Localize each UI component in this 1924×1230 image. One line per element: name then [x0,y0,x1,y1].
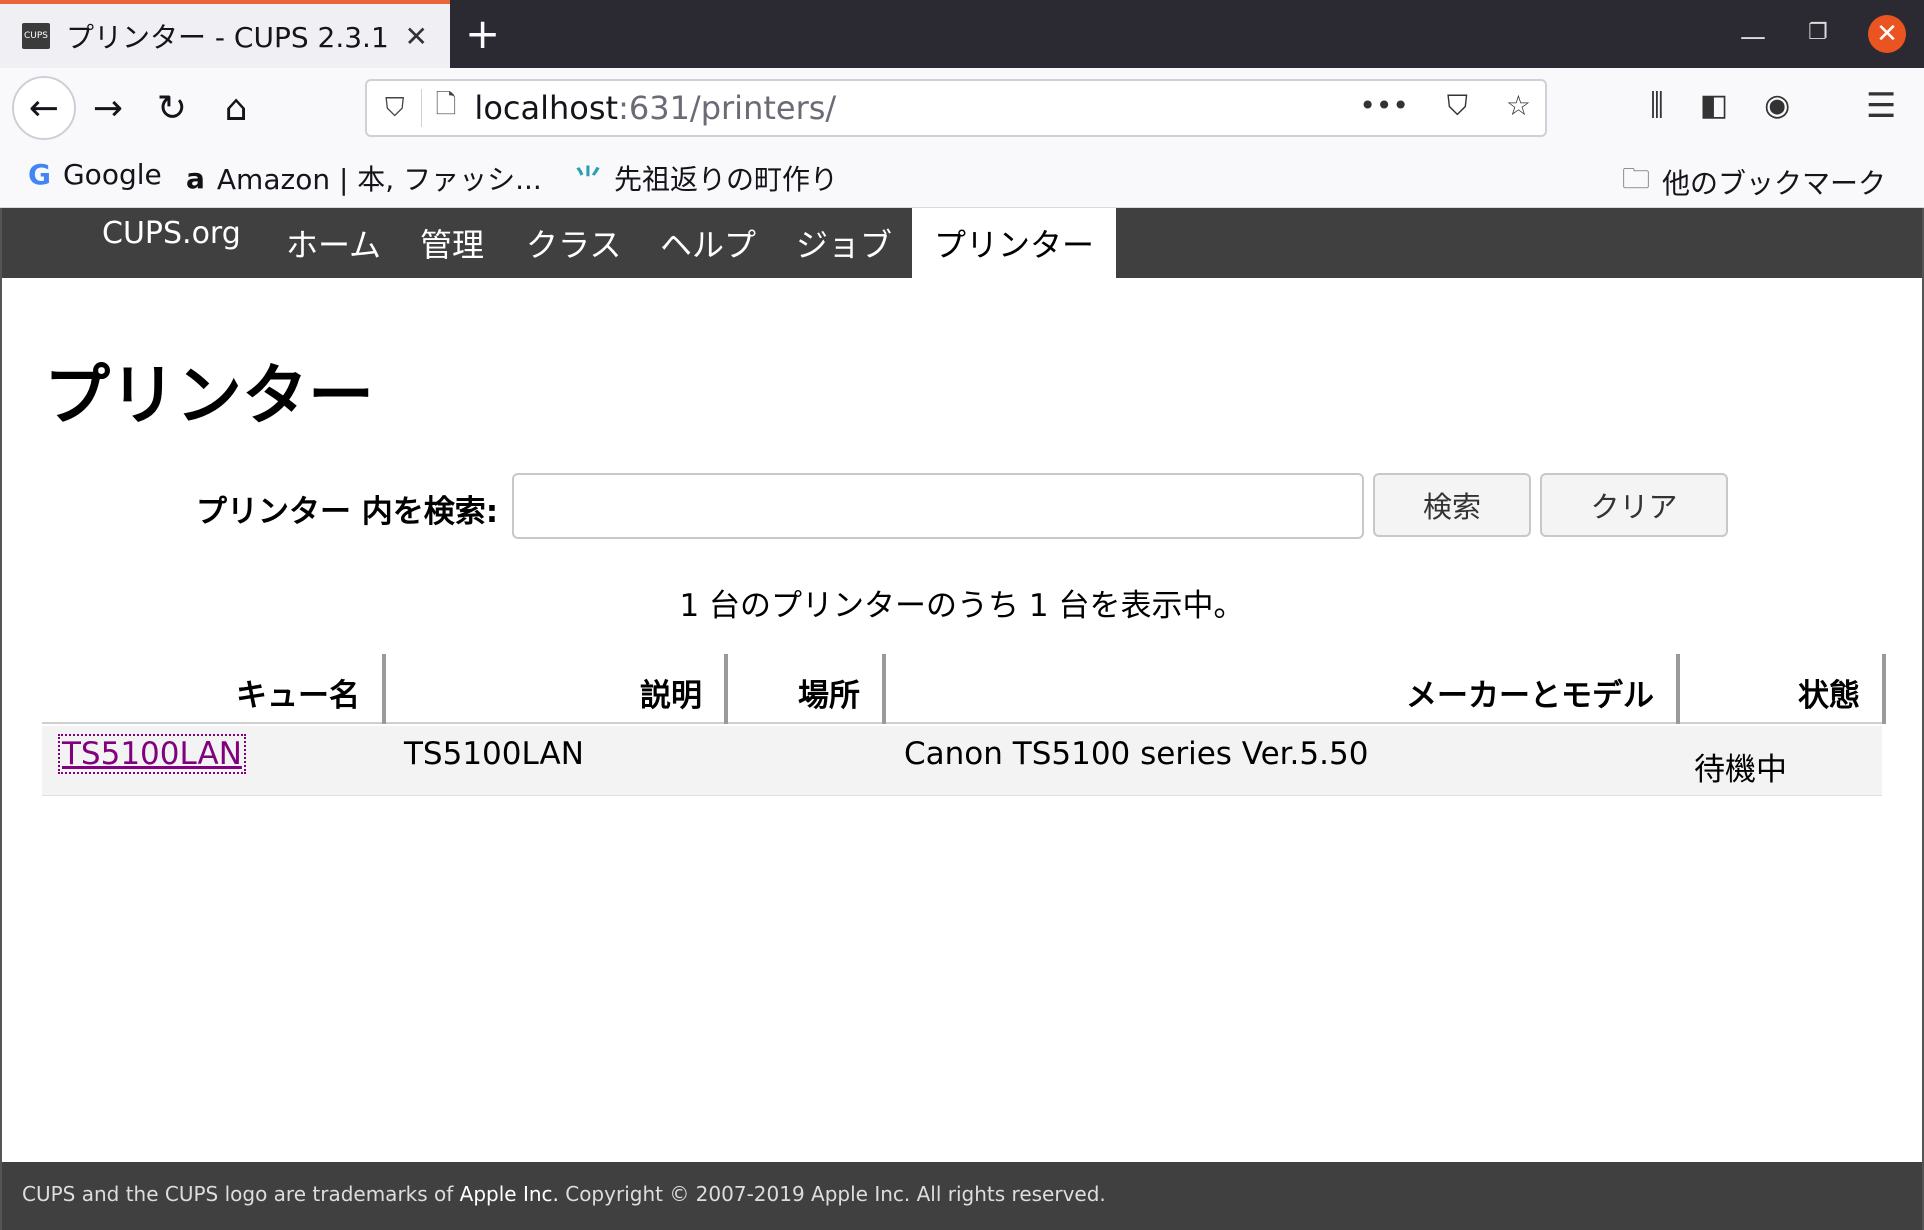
new-tab-icon[interactable]: + [465,10,500,58]
minimize-icon[interactable]: — [1740,22,1766,52]
cups-logo-link[interactable]: CUPS.org [102,216,241,251]
tab-title: プリンター - CUPS 2.3.1 [66,21,389,54]
search-label: プリンター 内を検索: [196,494,499,530]
cell-description: TS5100LAN [404,736,584,772]
home-icon[interactable]: ⌂ [208,80,264,136]
tracking-shield-icon[interactable]: ⛉ [385,93,405,124]
result-count: 1 台のプリンターのうち 1 台を表示中。 [679,588,1245,624]
pocket-icon[interactable]: ⛉ [1447,89,1468,123]
restore-icon[interactable]: ❐ [1808,20,1828,45]
bookmark-senzo[interactable]: ⺌ 先祖返りの町作り [574,158,838,198]
search-input[interactable] [512,473,1364,539]
browser-tab[interactable]: CUPS プリンター - CUPS 2.3.1 ✕ [0,0,450,68]
tab-help[interactable]: ヘルプ [660,220,756,266]
url-text[interactable]: localhost:631/printers/ [474,89,836,127]
table-row: TS5100LAN TS5100LAN Canon TS5100 series … [42,726,1882,796]
header-state[interactable]: 状態 [1680,654,1886,724]
more-actions-icon[interactable]: ••• [1359,89,1409,123]
tab-bar: CUPS プリンター - CUPS 2.3.1 ✕ + — ❐ ✕ [0,0,1924,68]
toolbar-icons: ⫼ ◧ ◉ [1650,88,1790,123]
bookmark-google[interactable]: G Google [28,158,162,191]
bookmark-label: Google [62,158,162,191]
url-actions: ••• ⛉ ☆ [1359,89,1531,123]
printer-link[interactable]: TS5100LAN [58,734,246,774]
tab-admin[interactable]: 管理 [420,220,484,266]
library-icon[interactable]: ⫼ [1650,88,1664,123]
reload-icon[interactable]: ↻ [144,80,200,136]
header-location[interactable]: 場所 [728,654,886,724]
search-button[interactable]: 検索 [1373,473,1531,537]
apple-link[interactable]: Apple Inc. [460,1182,559,1206]
hamburger-menu-icon[interactable]: ☰ [1866,86,1896,126]
tab-home[interactable]: ホーム [286,220,381,266]
url-bar[interactable]: ⛉ 🗋 localhost:631/printers/ ••• ⛉ ☆ [365,79,1547,137]
other-bookmarks-label: 他のブックマーク [1662,167,1887,200]
folder-icon: 🗀 [1622,162,1651,195]
cell-queue: TS5100LAN [58,726,246,774]
bookmark-amazon[interactable]: a Amazon | 本, ファッシ... [186,158,542,198]
forward-icon[interactable]: → [80,80,136,136]
tab-classes[interactable]: クラス [526,220,621,266]
table-header: キュー名 説明 場所 メーカーとモデル 状態 [42,654,1886,724]
footer-suffix: Copyright © 2007-2019 Apple Inc. All rig… [558,1182,1106,1206]
back-icon[interactable]: ← [12,76,76,140]
cups-favicon-icon: CUPS [22,23,50,49]
account-icon[interactable]: ◉ [1764,88,1790,123]
amazon-icon: a [186,161,205,195]
bookmark-label: Amazon | 本, ファッシ... [216,163,542,196]
page-border-left [0,208,2,1230]
bookmark-star-icon[interactable]: ☆ [1506,89,1531,123]
url-host: localhost [474,89,619,127]
other-bookmarks[interactable]: 🗀 他のブックマーク [1622,158,1886,206]
cups-nav: CUPS.org ホーム 管理 クラス ヘルプ ジョブ プリンター [2,208,1922,278]
cell-state: 待機中 [1694,752,1787,788]
navigation-toolbar: ← → ↻ ⌂ ⛉ 🗋 localhost:631/printers/ ••• … [0,68,1924,148]
url-path: :631/printers/ [618,89,837,127]
clear-button[interactable]: クリア [1540,473,1728,537]
site-icon: ⺌ [574,163,603,196]
bookmarks-toolbar: G Google a Amazon | 本, ファッシ... ⺌ 先祖返りの町作… [0,148,1924,208]
tab-jobs[interactable]: ジョブ [796,220,892,266]
sidebar-icon[interactable]: ◧ [1700,88,1728,123]
url-separator [420,89,422,127]
cell-make-model: Canon TS5100 series Ver.5.50 [904,736,1369,772]
page-info-icon[interactable]: 🗋 [436,86,457,130]
header-queue-name[interactable]: キュー名 [42,654,386,724]
footer: CUPS and the CUPS logo are trademarks of… [2,1162,1922,1230]
google-icon: G [28,158,51,191]
footer-prefix: CUPS and the CUPS logo are trademarks of [22,1182,460,1206]
page-title: プリンター [44,357,374,434]
window-close-icon[interactable]: ✕ [1868,15,1906,53]
bookmark-label: 先祖返りの町作り [614,163,839,196]
close-tab-icon[interactable]: ✕ [405,20,428,53]
tab-printers[interactable]: プリンター [912,208,1117,278]
header-description[interactable]: 説明 [386,654,728,724]
header-make-model[interactable]: メーカーとモデル [886,654,1680,724]
